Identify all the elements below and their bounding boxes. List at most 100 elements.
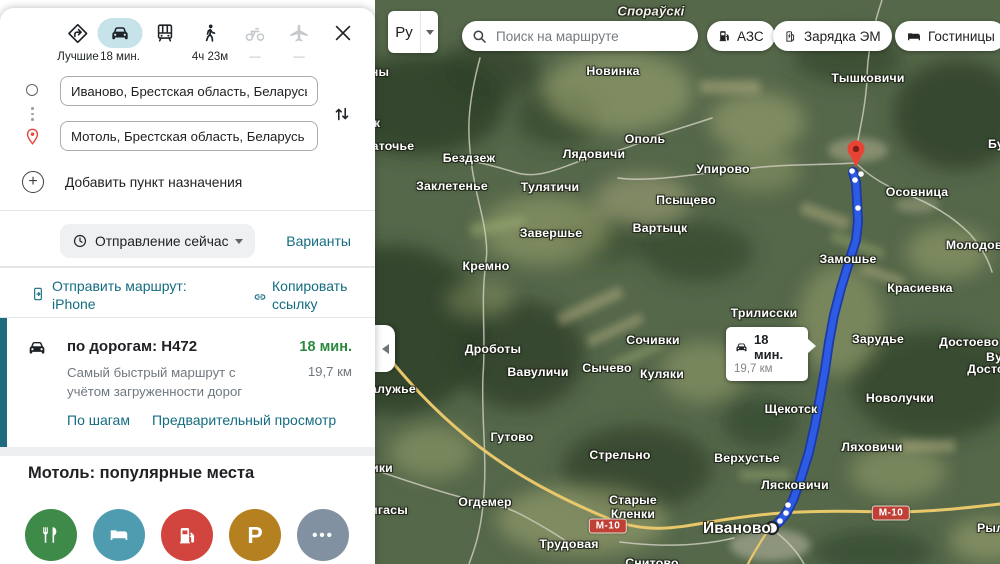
mode-time: — (288, 51, 310, 63)
language-dropdown[interactable] (421, 30, 438, 35)
map-labels-layer: СпораўскіныНовинкаТышковичикОпольБуаточь… (375, 0, 1000, 564)
bicycle-icon (243, 18, 267, 48)
mode-driving[interactable]: 18 мин. (98, 18, 143, 63)
map-place-label: Снитово (625, 556, 679, 564)
map-place-label: к (375, 116, 380, 130)
map-place-label: Кремно (463, 259, 510, 273)
map-place-label: игасы (375, 503, 408, 517)
search-input[interactable] (494, 28, 688, 45)
ev-charge-icon (784, 29, 798, 44)
map-place-label: Иваново (703, 520, 771, 538)
mode-label: Лучшие (57, 51, 98, 63)
road-badge: М-10 (872, 506, 910, 521)
map-place-label: Осовница (886, 185, 949, 199)
route-result-card[interactable]: по дорогам: Н472 18 мин. Самый быстрый м… (0, 318, 375, 447)
map-place-label: Псыщево (656, 193, 716, 207)
mode-cycling[interactable]: — (243, 18, 267, 63)
fuel-icon (177, 525, 197, 546)
add-destination-label: Добавить пункт назначения (65, 175, 242, 190)
map-place-label: Рылово (977, 521, 1000, 535)
map-place-label: Замошье (819, 252, 876, 266)
tooltip-distance: 19,7 км (734, 363, 800, 375)
map-place-label: Верхустье (714, 451, 780, 465)
swap-arrows-icon (331, 102, 353, 126)
chip-hotels[interactable]: Гостиницы (895, 21, 1000, 51)
car-icon (98, 18, 143, 48)
map-place-label: Новинка (586, 64, 639, 78)
preview-link[interactable]: Предварительный просмотр (152, 412, 336, 428)
map-place-label: Ляховичи (841, 440, 902, 454)
mode-best-routes[interactable]: Лучшие (57, 18, 98, 63)
route-duration: 18 мин. (299, 339, 352, 355)
category-restaurants[interactable] (25, 509, 77, 561)
route-tooltip[interactable]: 18 мин. 19,7 км (726, 327, 808, 381)
origin-ring-icon (26, 84, 38, 96)
close-directions-button[interactable] (332, 22, 354, 44)
best-routes-icon (57, 18, 98, 48)
origin-input[interactable] (60, 76, 318, 106)
transit-icon (154, 18, 176, 48)
category-gas-stations[interactable] (161, 509, 213, 561)
category-hotels[interactable] (93, 509, 145, 561)
chevron-down-icon (426, 30, 434, 35)
pedestrian-icon (192, 18, 228, 48)
map-language-button[interactable]: Ру (388, 11, 438, 53)
map-place-label: Вартыцк (633, 221, 688, 235)
copy-link-button[interactable]: Копировать ссылку (272, 277, 347, 313)
map-place-label: Тышковичи (831, 71, 904, 85)
copy-link-label-1: Копировать (272, 277, 347, 295)
map-place-label: Завершье (520, 226, 583, 240)
map-place-label: Молодово (946, 238, 1000, 252)
app-screen: СпораўскіныНовинкаТышковичикОпольБуаточь… (0, 0, 1000, 564)
chip-gas-stations[interactable]: АЗС (707, 21, 775, 51)
map-place-label: Лядовичи (563, 147, 626, 161)
mode-time: — (243, 51, 267, 63)
map-place-label: алужье (375, 382, 416, 396)
map-place-label: Новолучки (866, 391, 934, 405)
route-options-link[interactable]: Варианты (286, 233, 351, 249)
map-place-label: Трудовая (539, 537, 598, 551)
mode-transit[interactable] (154, 18, 176, 51)
map-place-label: Бездзеж (443, 151, 496, 165)
car-icon (734, 340, 749, 355)
departure-label: Отправление сейчас (95, 234, 228, 249)
map-place-label: Старые (609, 493, 657, 507)
category-more[interactable]: ••• (297, 509, 349, 561)
bed-icon (906, 29, 922, 44)
chip-ev-charging[interactable]: Зарядка ЭМ (773, 21, 892, 51)
route-distance: 19,7 км (308, 364, 352, 379)
map-place-label: Зарудье (852, 332, 904, 346)
map-place-label: Лясковичи (761, 478, 829, 492)
map-area[interactable]: СпораўскіныНовинкаТышковичикОпольБуаточь… (375, 0, 1000, 564)
send-to-phone-icon (30, 284, 46, 309)
mode-time: 4ч 23м (192, 51, 228, 63)
map-place-label: аточье (375, 139, 414, 153)
mode-flight[interactable]: — (288, 18, 310, 63)
plane-icon (288, 18, 310, 48)
destination-input[interactable] (60, 121, 318, 151)
mode-walking[interactable]: 4ч 23м (192, 18, 228, 63)
popular-categories: P ••• (25, 509, 349, 561)
route-title: по дорогам: Н472 (67, 338, 197, 355)
chevron-left-icon (382, 344, 389, 354)
departure-time-button[interactable]: Отправление сейчас (60, 224, 255, 258)
share-row: Отправить маршрут: iPhone Копировать ссы… (0, 267, 375, 318)
tooltip-time: 18 мин. (754, 332, 800, 362)
category-parking[interactable]: P (229, 509, 281, 561)
section-separator (0, 447, 375, 456)
add-destination-button[interactable]: + Добавить пункт назначения (0, 168, 375, 210)
swap-waypoints-button[interactable] (331, 102, 353, 131)
map-place-label: ики (375, 461, 393, 475)
chevron-down-icon (235, 239, 243, 244)
steps-link[interactable]: По шагам (67, 412, 130, 428)
route-search-bar[interactable] (462, 21, 698, 51)
map-place-label: Вавуличи (507, 365, 568, 379)
panel-collapse-button[interactable] (375, 325, 395, 372)
map-place-label: ны (375, 65, 389, 79)
map-place-label: Спораўскі (618, 4, 685, 19)
map-place-label: Красиевка (887, 281, 952, 295)
send-route-button[interactable]: Отправить маршрут: iPhone (52, 277, 187, 313)
dots-icon: ••• (312, 527, 334, 544)
chip-label: АЗС (737, 29, 764, 44)
map-place-label: Достоево (939, 335, 999, 349)
